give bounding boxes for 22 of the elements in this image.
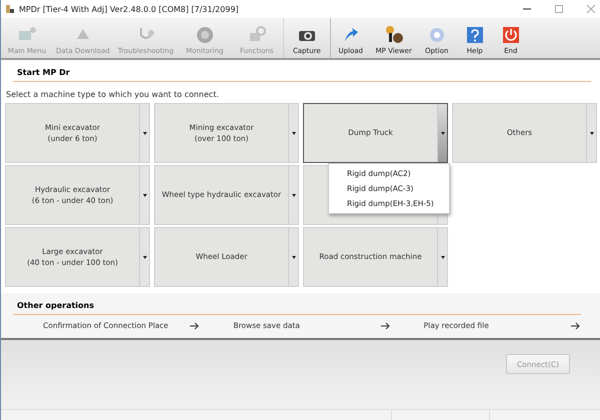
- caret-icon: [590, 132, 594, 134]
- arrow-icon: [380, 322, 390, 330]
- arrow-icon: [570, 322, 580, 330]
- help-icon: [464, 25, 485, 45]
- caret-icon: [440, 132, 444, 134]
- gauge-icon: [194, 25, 215, 45]
- caret-icon: [142, 194, 146, 196]
- power-icon: [500, 25, 521, 45]
- app-icon: [5, 4, 15, 14]
- instruction-text: Select a machine type to which you want to connect.: [6, 90, 220, 99]
- caret-icon: [142, 256, 146, 258]
- arrow-icon: [190, 322, 200, 330]
- caret-icon: [142, 132, 146, 134]
- section-title: Start MP Dr: [13, 68, 591, 82]
- caret-icon: [292, 132, 296, 134]
- close-icon[interactable]: [586, 4, 596, 14]
- window-title: MPDr [Tier-4 With Adj] Ver2.48.0.0 [COM8] [7/31/2099]: [19, 4, 240, 14]
- maximize-icon[interactable]: [554, 4, 564, 14]
- caret-icon: [440, 256, 444, 258]
- caret-icon: [292, 256, 296, 258]
- section-title: Other operations: [13, 301, 581, 315]
- caret-icon: [292, 194, 296, 196]
